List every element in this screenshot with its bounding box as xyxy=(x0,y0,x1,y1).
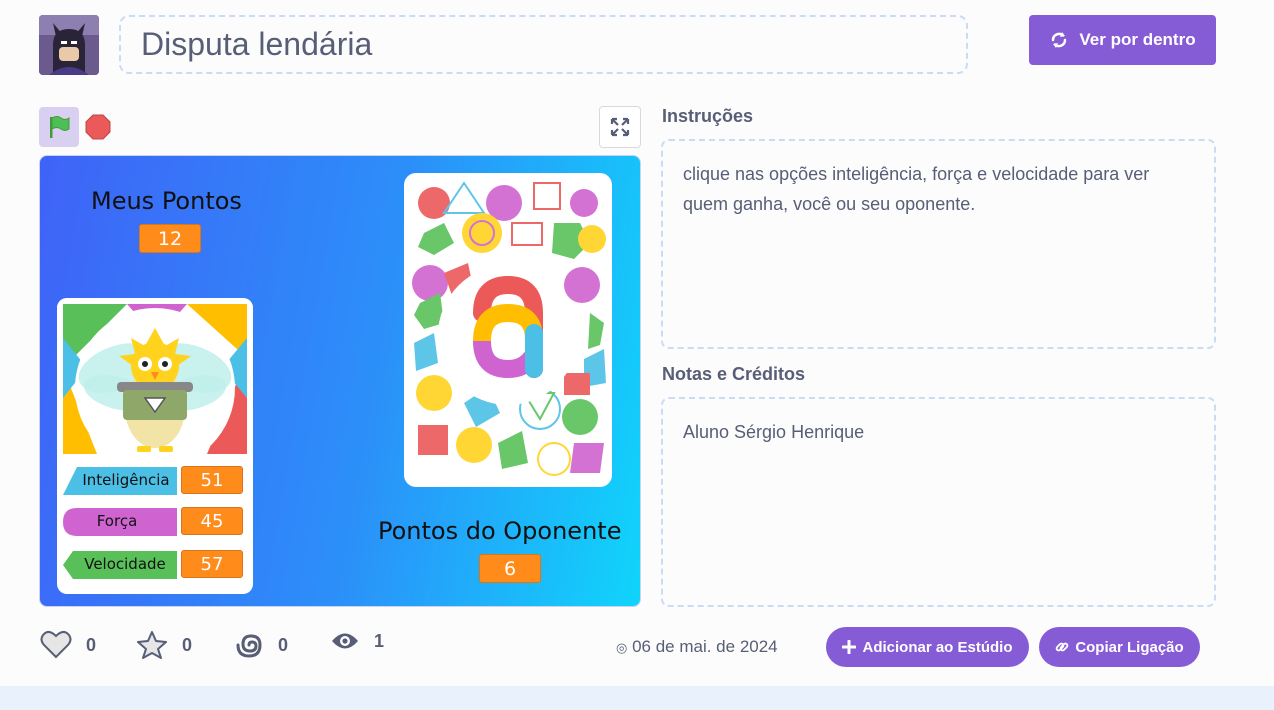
remix-spiral-icon xyxy=(236,634,262,658)
favorite-count: 0 xyxy=(182,634,193,655)
card-character-image xyxy=(57,298,253,458)
love-stat[interactable]: 0 xyxy=(40,630,96,660)
project-title: Disputa lendária xyxy=(141,26,373,62)
share-date-text: 06 de mai. de 2024 xyxy=(632,637,778,656)
avatar-image xyxy=(39,15,99,75)
project-stage[interactable]: Meus Pontos 12 Inteligência 51 Força 45 … xyxy=(39,155,641,607)
love-count: 0 xyxy=(86,634,97,655)
notes-heading: Notas e Créditos xyxy=(662,364,806,384)
page-footer-band xyxy=(0,686,1274,710)
see-inside-button[interactable]: Ver por dentro xyxy=(1029,15,1216,65)
attribute-value: 51 xyxy=(181,466,243,494)
opponent-card xyxy=(404,173,612,487)
add-to-studio-label: Adicionar ao Estúdio xyxy=(862,638,1013,656)
notes-text: Aluno Sérgio Henrique xyxy=(683,422,865,442)
remix-count: 0 xyxy=(278,634,289,655)
attribute-value: 57 xyxy=(181,550,243,578)
opponent-points-label: Pontos do Oponente xyxy=(378,517,622,545)
my-points-value: 12 xyxy=(139,224,201,253)
card-back-pattern xyxy=(410,179,606,481)
heart-icon xyxy=(40,630,72,659)
copy-link-button[interactable]: Copiar Ligação xyxy=(1039,627,1200,667)
attribute-label: Força xyxy=(96,512,138,530)
project-title-input[interactable]: Disputa lendária xyxy=(119,15,968,74)
remix-stat: 0 xyxy=(234,630,288,660)
date-icon: ◎ xyxy=(616,640,628,655)
fullscreen-icon xyxy=(610,117,630,137)
fullscreen-button[interactable] xyxy=(599,106,641,148)
views-stat: 1 xyxy=(330,630,384,652)
attribute-value: 45 xyxy=(181,507,243,535)
instructions-text: clique nas opções inteligência, força e … xyxy=(683,164,1150,214)
green-flag-button[interactable] xyxy=(39,107,79,147)
attribute-inteligencia[interactable]: Inteligência 51 xyxy=(63,466,243,495)
opponent-points-value: 6 xyxy=(479,554,541,583)
attribute-velocidade[interactable]: Velocidade 57 xyxy=(63,550,243,579)
remix-arrows-icon xyxy=(1052,32,1067,48)
avatar[interactable] xyxy=(39,15,99,75)
green-flag-icon xyxy=(50,116,70,138)
eye-icon xyxy=(332,633,358,649)
star-icon xyxy=(137,631,167,659)
stop-icon xyxy=(85,114,111,140)
attribute-label: Inteligência xyxy=(82,471,170,489)
instructions-heading: Instruções xyxy=(662,106,754,126)
link-icon xyxy=(1055,642,1069,652)
plus-icon xyxy=(842,640,857,654)
favorite-stat[interactable]: 0 xyxy=(136,630,192,660)
add-to-studio-button[interactable]: Adicionar ao Estúdio xyxy=(826,627,1029,667)
attribute-forca[interactable]: Força 45 xyxy=(63,507,243,536)
instructions-panel[interactable]: clique nas opções inteligência, força e … xyxy=(661,139,1216,349)
see-inside-label: Ver por dentro xyxy=(1079,30,1196,49)
share-date: ◎ 06 de mai. de 2024 xyxy=(616,637,778,657)
attribute-label: Velocidade xyxy=(84,555,166,573)
notes-panel[interactable]: Aluno Sérgio Henrique xyxy=(661,397,1216,607)
views-count: 1 xyxy=(374,630,385,651)
stop-button[interactable] xyxy=(85,114,111,140)
my-points-label: Meus Pontos xyxy=(91,187,242,215)
copy-link-label: Copiar Ligação xyxy=(1075,638,1184,656)
my-card: Inteligência 51 Força 45 Velocidade 57 xyxy=(57,298,253,594)
